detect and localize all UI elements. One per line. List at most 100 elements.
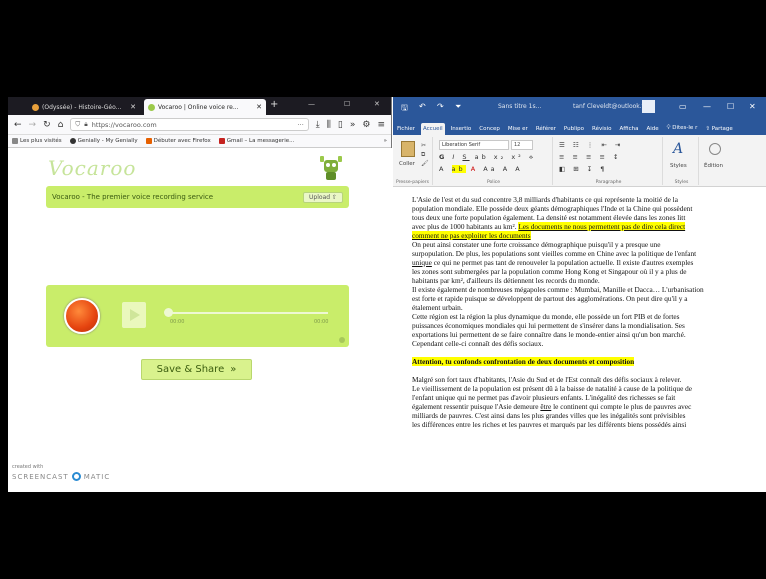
close-window-icon[interactable]: ✕	[749, 102, 756, 111]
customize-icon[interactable]: ⏷	[455, 102, 461, 112]
library-icon[interactable]: ⫼	[327, 120, 331, 130]
home-icon[interactable]: ⌂	[58, 120, 64, 130]
bookmarks-overflow-icon[interactable]: »	[384, 138, 387, 144]
copy-icon[interactable]: ⧉	[421, 150, 429, 159]
bookmark-icon	[69, 138, 76, 144]
word-window: 🖫︎ ↶ ↷ ⏷ Sans titre 1s... tanf Cleveldt@…	[393, 97, 766, 492]
ribbon-display-icon[interactable]: ▭	[679, 102, 687, 111]
font-format-row[interactable]: G I S ab x₂ x² ⟡	[439, 153, 536, 162]
bookmark-item[interactable]: Gmail – La messagerie...	[218, 138, 294, 144]
bookmark-item[interactable]: Genially - My Genially	[69, 138, 138, 144]
find-icon[interactable]	[709, 143, 721, 155]
tab-accueil[interactable]: Accueil	[420, 123, 445, 135]
redo-icon[interactable]: ↷	[437, 102, 444, 111]
tab-aide[interactable]: Aide	[644, 123, 660, 135]
overflow-icon[interactable]: »	[350, 120, 356, 130]
settings-dot-icon[interactable]	[339, 337, 345, 343]
undo-icon[interactable]: ↶	[419, 102, 426, 111]
bookmark-item[interactable]: Les plus visités	[12, 138, 62, 144]
upload-button[interactable]: Upload ⇧	[303, 191, 343, 203]
tab-affichage[interactable]: Afficha	[618, 123, 641, 135]
tab-vocaroo[interactable]: Vocaroo | Online voice re... ✕	[144, 99, 266, 115]
styles-icon[interactable]: A	[673, 141, 683, 157]
desktop-screen: (Odyssée) - Histoire-Géo... ✕ Vocaroo | …	[8, 97, 766, 492]
paragraph-group: ☰ ☷ ⋮ ⇤ ⇥ ≡ ≡ ≡ ≡ ↕ ◧ ⊞ ↧ ¶ Paragraphe	[555, 137, 663, 185]
maximize-icon[interactable]: ☐	[727, 102, 734, 111]
page-actions-icon[interactable]: ···	[298, 121, 304, 129]
bookmark-item[interactable]: Débuter avec Firefox	[145, 138, 211, 144]
playback-track[interactable]	[168, 312, 328, 314]
record-button[interactable]	[64, 298, 100, 334]
sidebar-icon[interactable]: ▯	[338, 120, 343, 130]
maximize-icon[interactable]: ☐	[344, 100, 350, 108]
format-painter-icon[interactable]: 🖌︎	[421, 159, 429, 168]
shield-icon: ⛉	[75, 120, 81, 128]
tab-publipostage[interactable]: Publipo	[562, 123, 586, 135]
extension-icon[interactable]: ⚙	[362, 120, 370, 130]
shading-row[interactable]: ◧ ⊞ ↧ ¶	[559, 165, 607, 173]
close-tab-icon[interactable]: ✕	[256, 103, 262, 111]
font-name-select[interactable]: Liberation Serif	[439, 140, 509, 150]
document-body[interactable]: L'Asie de l'est et du sud concentre 3,8 …	[393, 187, 766, 492]
vocaroo-mascot-icon	[320, 156, 342, 180]
ribbon-tabs: Fichier Accueil Insertio Concep Mise er …	[393, 117, 766, 135]
user-email: tanf Cleveldt@outlook.fr	[573, 103, 647, 110]
url-text: https://vocaroo.com	[91, 120, 157, 129]
tab-insertion[interactable]: Insertio	[449, 123, 474, 135]
bookmarks-bar: Les plus visités Genially - My Genially …	[8, 135, 391, 148]
save-share-button[interactable]: Save & Share »	[141, 359, 252, 380]
tab-references[interactable]: Référer	[534, 123, 558, 135]
close-tab-icon[interactable]: ✕	[130, 103, 136, 111]
tab-mise-en-page[interactable]: Mise er	[506, 123, 530, 135]
download-icon[interactable]: ⤓	[316, 120, 320, 130]
lock-icon: 🔒︎	[84, 120, 88, 128]
firefox-window: (Odyssée) - Histoire-Géo... ✕ Vocaroo | …	[8, 97, 392, 492]
tab-fichier[interactable]: Fichier	[395, 123, 417, 135]
time-start: 00:00	[170, 319, 185, 325]
tell-me-search[interactable]: 💡︎ Dites-le r	[665, 122, 700, 135]
list-buttons-row[interactable]: ☰ ☷ ⋮ ⇤ ⇥	[559, 141, 623, 149]
menu-icon[interactable]: ≡	[377, 120, 385, 130]
vocaroo-logo[interactable]: Vocaroo	[48, 156, 158, 182]
save-share-label: Save & Share	[156, 364, 225, 375]
favicon-icon	[148, 103, 155, 111]
comment-highlight: Les documents ne nous permettent pas de …	[518, 222, 686, 231]
minimize-icon[interactable]: —	[308, 100, 315, 108]
avatar[interactable]	[642, 100, 655, 113]
font-color-row[interactable]: A ab A Aa A A	[439, 165, 523, 173]
bookmark-icon	[218, 138, 225, 144]
paste-icon[interactable]	[401, 141, 415, 157]
tab-conception[interactable]: Concep	[477, 123, 502, 135]
vocaroo-header-bar: Vocaroo - The premier voice recording se…	[46, 186, 349, 208]
font-size-select[interactable]: 12	[511, 140, 533, 150]
align-buttons-row[interactable]: ≡ ≡ ≡ ≡ ↕	[559, 153, 622, 161]
time-end: 00:00	[314, 319, 329, 325]
comment-highlight: comment ne pas exploiter les documents	[412, 231, 531, 240]
ribbon: Coller ✂ ⧉ 🖌︎ Presse-papiers Liberation …	[393, 135, 766, 187]
minimize-icon[interactable]: —	[703, 102, 711, 111]
tagline: Vocaroo - The premier voice recording se…	[52, 193, 214, 201]
back-icon[interactable]: ←	[14, 120, 22, 130]
styles-group: A Styles Styles	[665, 137, 699, 185]
save-icon[interactable]: 🖫︎	[401, 102, 408, 116]
tab-revision[interactable]: Révisio	[590, 123, 614, 135]
reload-icon[interactable]: ↻	[43, 120, 51, 130]
editing-group: Édition	[701, 137, 735, 185]
cut-icon[interactable]: ✂	[421, 141, 429, 150]
play-button[interactable]	[122, 302, 146, 328]
forward-icon[interactable]: →	[29, 120, 37, 130]
new-tab-icon[interactable]: +	[270, 99, 278, 110]
bookmark-icon	[145, 138, 152, 144]
url-bar[interactable]: ⛉ 🔒︎ https://vocaroo.com ···	[70, 118, 309, 131]
tab-title: Vocaroo | Online voice re...	[158, 103, 239, 111]
word-title-bar: 🖫︎ ↶ ↷ ⏷ Sans titre 1s... tanf Cleveldt@…	[393, 97, 766, 117]
tab-title: (Odyssée) - Histoire-Géo...	[42, 103, 122, 111]
video-frame: (Odyssée) - Histoire-Géo... ✕ Vocaroo | …	[0, 0, 766, 579]
tab-bar: (Odyssée) - Histoire-Géo... ✕ Vocaroo | …	[8, 97, 391, 115]
vocaroo-page: Vocaroo Vocaroo - The premier voice reco…	[8, 148, 392, 492]
tab-odyssee[interactable]: (Odyssée) - Histoire-Géo... ✕	[28, 99, 140, 115]
share-button[interactable]: ⇧ Partage	[703, 123, 734, 135]
nav-bar: ← → ↻ ⌂ ⛉ 🔒︎ https://vocaroo.com ··· ⤓ ⫼…	[8, 115, 391, 135]
close-window-icon[interactable]: ✕	[374, 100, 380, 108]
playback-knob[interactable]	[164, 308, 173, 317]
